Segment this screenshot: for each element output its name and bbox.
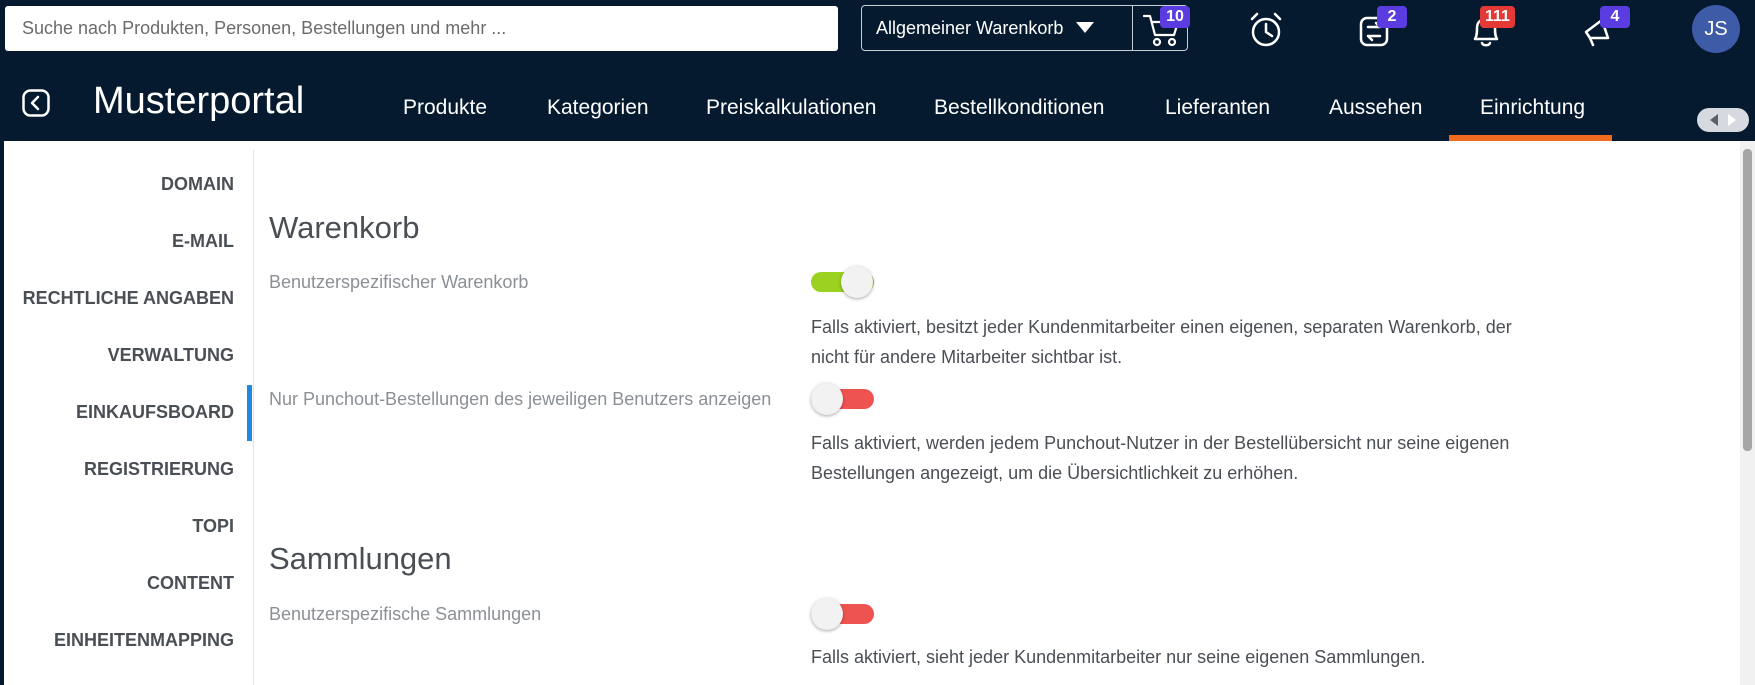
alarm-clock-icon[interactable] <box>1246 10 1286 50</box>
brand-title: Musterportal <box>93 80 305 122</box>
option-label: Benutzerspezifischer Warenkorb <box>269 272 529 292</box>
option-label: Nur Punchout-Bestellungen des jeweiligen… <box>269 389 772 409</box>
sidebar-divider <box>253 150 254 685</box>
nav-preiskalkulationen[interactable]: Preiskalkulationen <box>706 96 876 120</box>
settings-content <box>0 141 1755 685</box>
scroll-right-icon[interactable] <box>1728 114 1736 126</box>
toggle-knob <box>841 266 873 298</box>
sidebar-item-content[interactable]: CONTENT <box>147 573 234 594</box>
nav-kategorien[interactable]: Kategorien <box>547 96 649 120</box>
nav-bestellkonditionen[interactable]: Bestellkonditionen <box>934 96 1104 120</box>
sidebar-item-verwaltung[interactable]: VERWALTUNG <box>108 345 234 366</box>
sidebar-item-rechtliche-angaben[interactable]: RECHTLICHE ANGABEN <box>23 288 234 309</box>
exchange-count-badge: 2 <box>1377 6 1407 28</box>
notification-count-badge: 111 <box>1480 6 1515 28</box>
sidebar-item-einkaufsboard[interactable]: EINKAUFSBOARD <box>76 402 234 423</box>
option-description: Falls aktiviert, besitzt jeder Kundenmit… <box>811 317 1512 367</box>
caret-down-icon[interactable] <box>1076 22 1094 33</box>
option-description: Falls aktiviert, werden jedem Punchout-N… <box>811 433 1510 483</box>
toggle-knob <box>811 383 843 415</box>
search-input[interactable] <box>5 6 838 51</box>
punchout-orders-toggle[interactable] <box>811 383 874 415</box>
sidebar-item-topi[interactable]: TOPI <box>192 516 234 537</box>
toggle-knob <box>811 598 843 630</box>
vertical-scrollbar[interactable] <box>1740 141 1755 685</box>
nav-lieferanten[interactable]: Lieferanten <box>1165 96 1270 120</box>
user-collections-toggle[interactable] <box>811 598 874 630</box>
user-cart-toggle[interactable] <box>811 266 874 298</box>
nav-scroll-control[interactable] <box>1697 108 1749 132</box>
announcement-count-badge: 4 <box>1600 6 1630 28</box>
section-title-sammlungen: Sammlungen <box>269 541 452 576</box>
scrollbar-thumb[interactable] <box>1743 149 1752 451</box>
cart-count-badge: 10 <box>1160 6 1190 28</box>
sidebar-item-registrierung[interactable]: REGISTRIERUNG <box>84 459 234 480</box>
nav-aussehen[interactable]: Aussehen <box>1329 96 1422 120</box>
nav-einrichtung[interactable]: Einrichtung <box>1480 96 1585 120</box>
sidebar-active-indicator <box>247 385 252 441</box>
section-title-warenkorb: Warenkorb <box>269 210 420 245</box>
nav-produkte[interactable]: Produkte <box>403 96 487 120</box>
sidebar-item-email[interactable]: E-MAIL <box>172 231 234 252</box>
divider <box>1132 6 1133 50</box>
option-description: Falls aktiviert, sieht jeder Kundenmitar… <box>811 647 1426 667</box>
cart-selector[interactable]: Allgemeiner Warenkorb <box>861 5 1188 51</box>
top-header: Allgemeiner Warenkorb 10 2 111 4 JS Must… <box>0 0 1755 141</box>
avatar[interactable]: JS <box>1692 5 1740 53</box>
sidebar-item-einheitenmapping[interactable]: EINHEITENMAPPING <box>54 630 234 651</box>
scroll-left-icon[interactable] <box>1710 114 1718 126</box>
sidebar-item-domain[interactable]: DOMAIN <box>161 174 234 195</box>
back-icon[interactable] <box>22 89 50 117</box>
option-label: Benutzerspezifische Sammlungen <box>269 604 542 624</box>
cart-selector-label: Allgemeiner Warenkorb <box>876 18 1064 38</box>
